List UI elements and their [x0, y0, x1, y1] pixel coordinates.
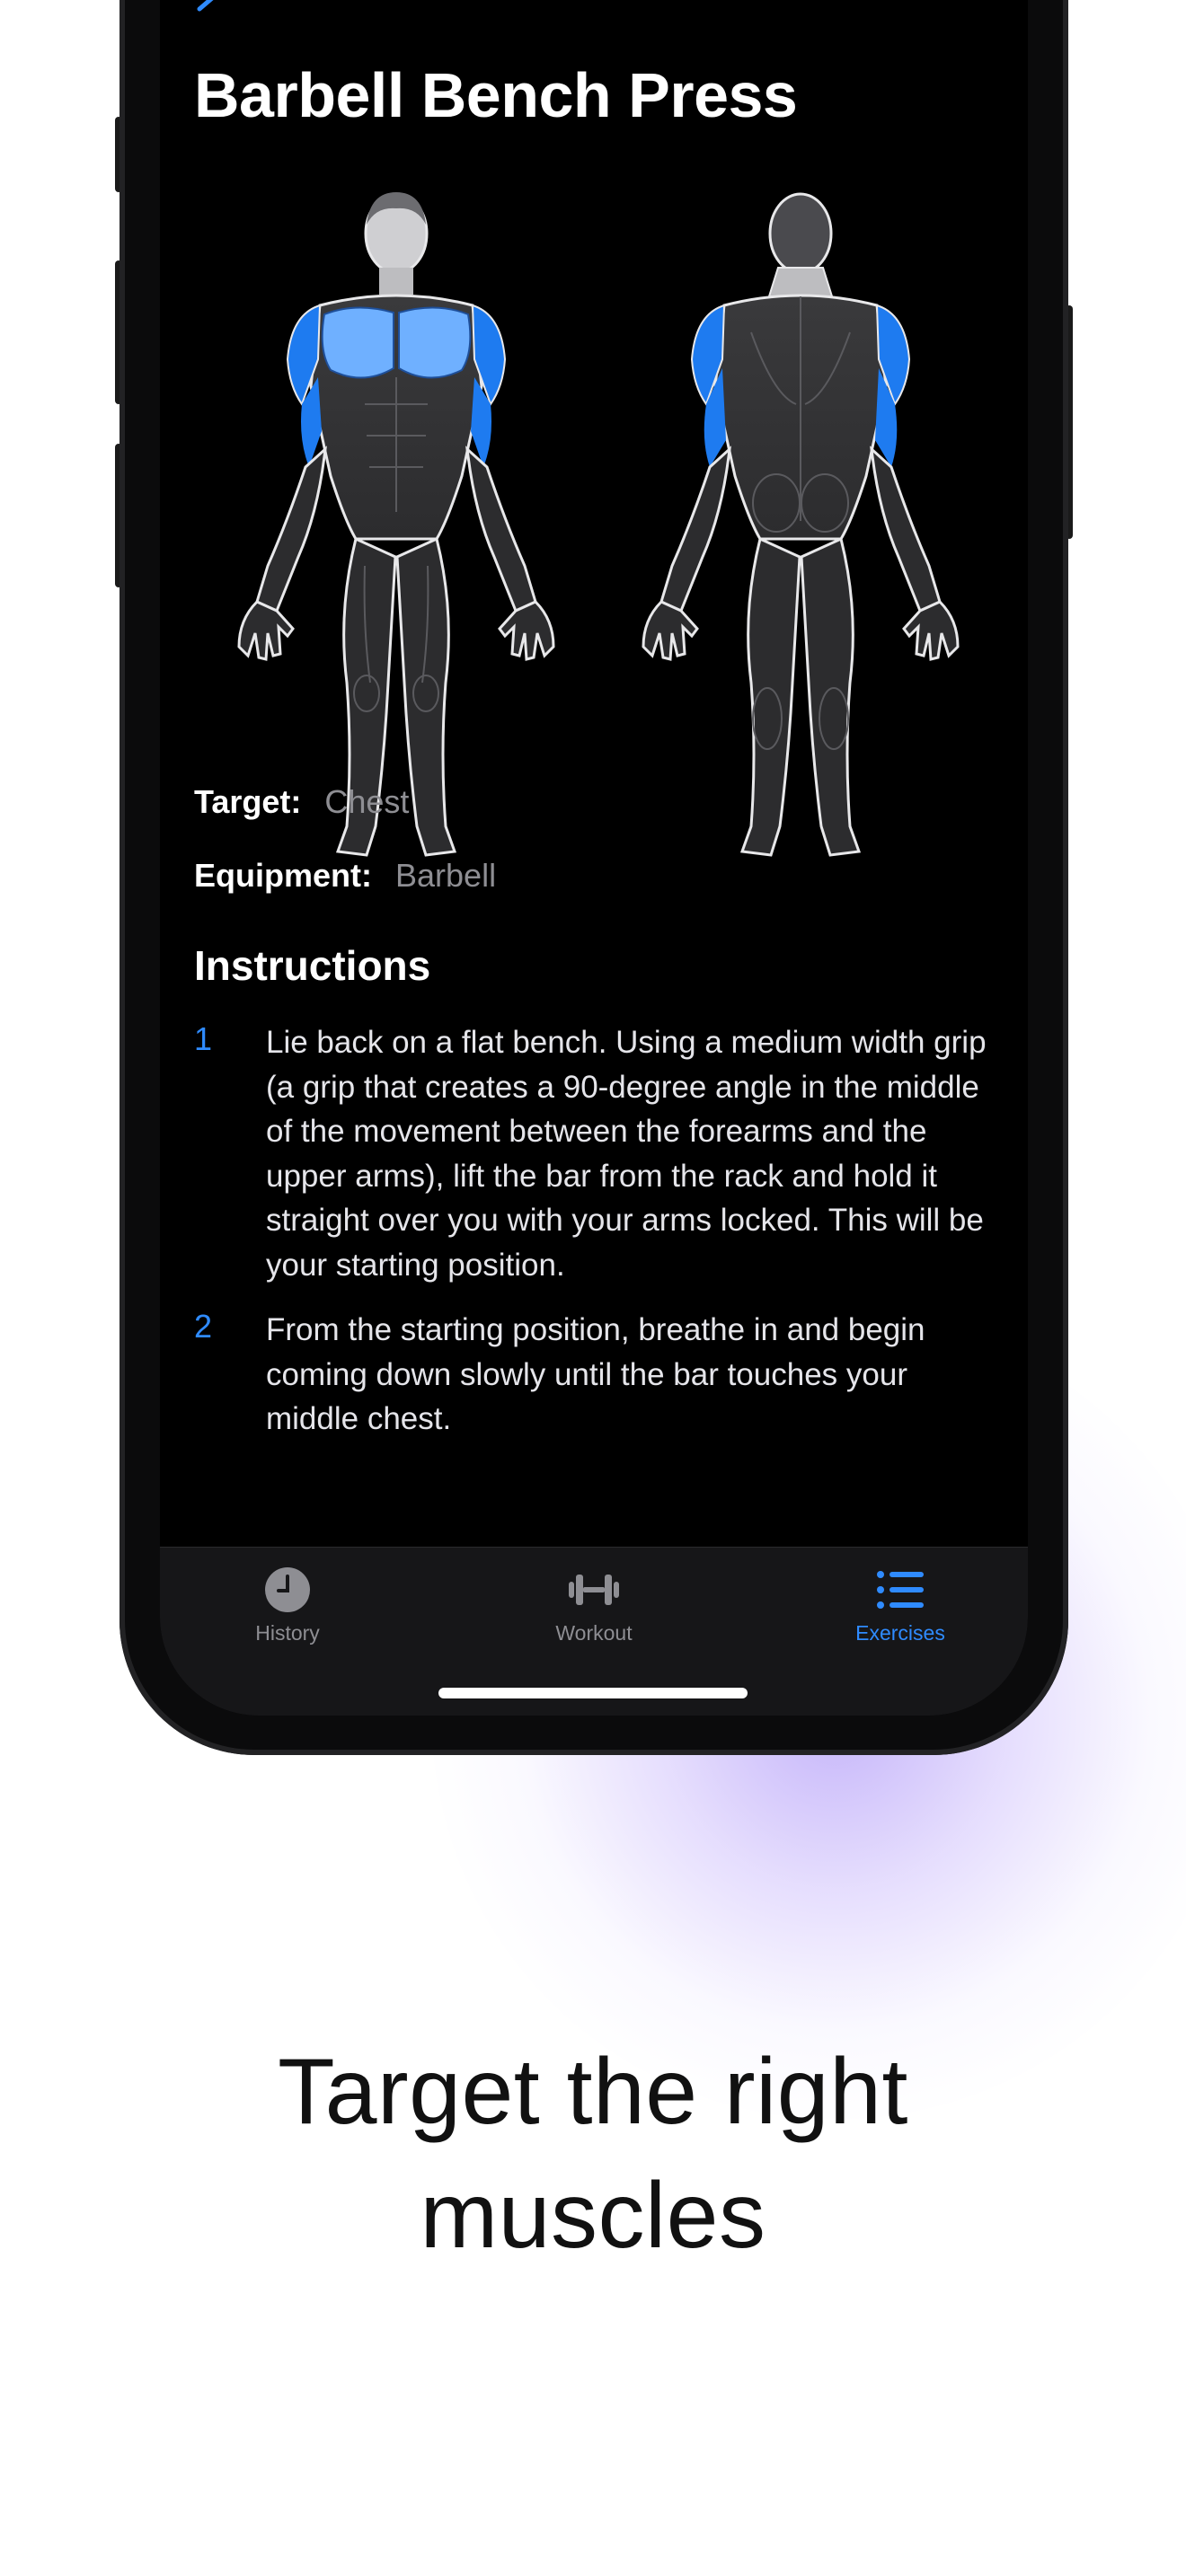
home-indicator[interactable]: [438, 1688, 748, 1698]
instruction-step: 2 From the starting position, breathe in…: [194, 1308, 998, 1442]
tab-history[interactable]: History: [198, 1566, 377, 1645]
instruction-step: 1 Lie back on a flat bench. Using a medi…: [194, 1020, 998, 1290]
headline-line-2: muscles: [420, 2164, 766, 2268]
neck-back: [767, 267, 834, 297]
right-forearm: [465, 446, 537, 613]
marketing-headline: Target the right muscles: [0, 2030, 1186, 2278]
clock-icon: [265, 1567, 310, 1612]
left-leg-back: [739, 536, 801, 857]
tab-workout[interactable]: Workout: [504, 1566, 684, 1645]
left-forearm: [255, 446, 327, 613]
equipment-label: Equipment:: [194, 857, 372, 894]
tab-exercises[interactable]: Exercises: [810, 1566, 990, 1645]
dumbbell-icon: [569, 1575, 619, 1605]
right-hand-back: [902, 600, 960, 661]
left-hand-back: [642, 600, 699, 661]
step-text: Lie back on a flat bench. Using a medium…: [266, 1025, 987, 1283]
right-forearm-back: [870, 446, 942, 613]
equipment-row: Equipment: Barbell: [194, 857, 496, 895]
head-back: [768, 192, 833, 275]
tab-history-label: History: [255, 1621, 320, 1645]
tab-workout-label: Workout: [555, 1621, 633, 1645]
tab-exercises-label: Exercises: [855, 1621, 945, 1645]
muscle-map-front: [237, 192, 555, 857]
target-row: Target: Chest: [194, 783, 409, 821]
step-text: From the starting position, breathe in a…: [266, 1312, 925, 1436]
instructions-heading: Instructions: [194, 942, 431, 989]
list-icon: [877, 1571, 924, 1609]
right-hand: [498, 600, 555, 661]
left-hand: [237, 600, 295, 661]
neck: [379, 268, 413, 295]
muscle-map-back: [642, 192, 960, 857]
headline-line-1: Target the right: [278, 2040, 908, 2144]
equipment-value: Barbell: [395, 857, 497, 894]
right-chest-highlight: [398, 306, 472, 379]
right-leg-back: [800, 536, 862, 857]
step-number: 1: [194, 1020, 213, 1057]
left-chest-highlight: [321, 306, 394, 379]
left-forearm-back: [659, 446, 731, 613]
back-chevron-icon[interactable]: [194, 0, 219, 14]
target-value: Chest: [324, 783, 410, 820]
step-number: 2: [194, 1308, 213, 1345]
target-label: Target:: [194, 783, 302, 820]
exercise-title: Barbell Bench Press: [194, 60, 798, 130]
phone-screen: Barbell Bench Press Target: Chest Equipm…: [160, 0, 1028, 1716]
